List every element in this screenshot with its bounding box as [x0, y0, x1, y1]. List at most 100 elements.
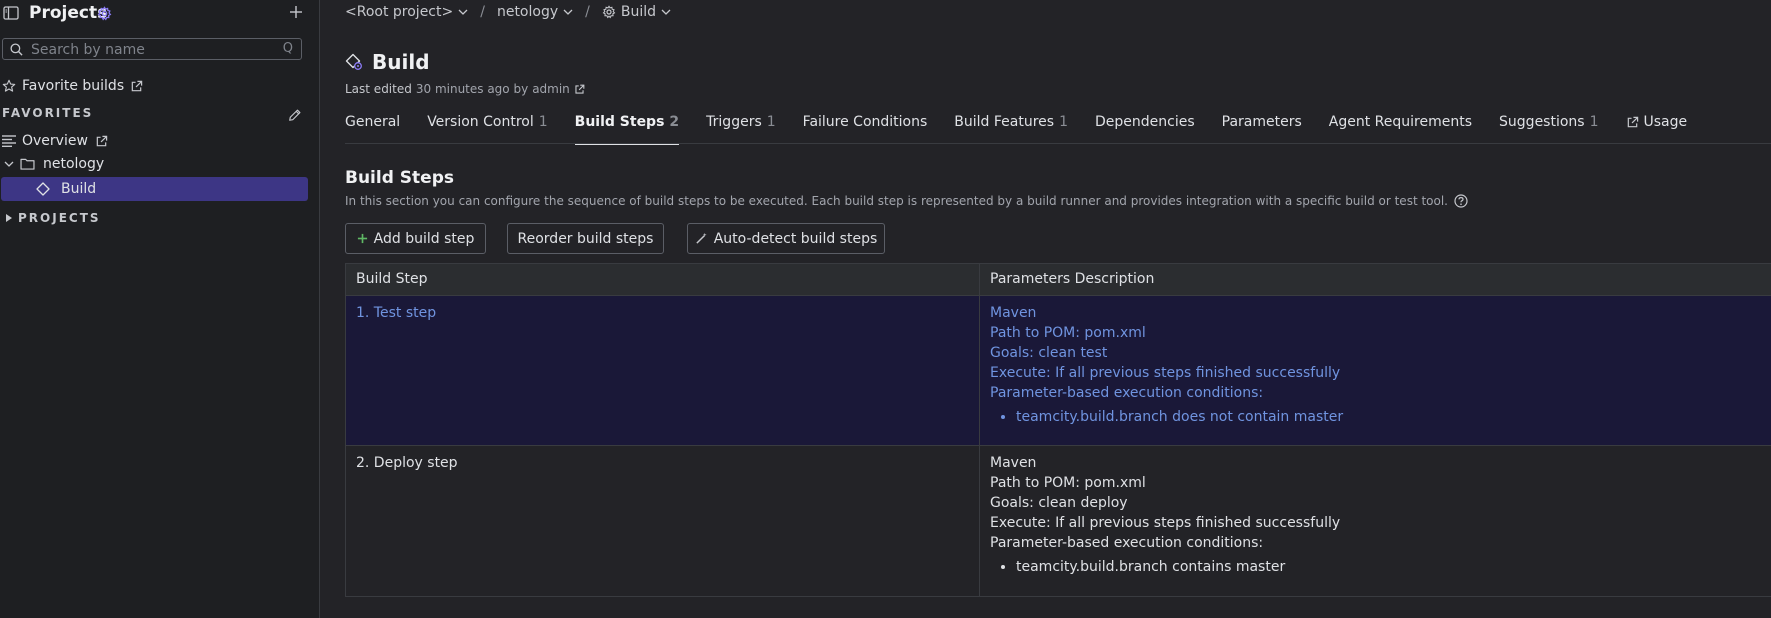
- add-build-step-button[interactable]: Add build step: [345, 223, 486, 254]
- chevron-down-icon: [661, 8, 671, 16]
- tab-label: Build Features: [954, 114, 1055, 130]
- build-step-cell: 1. Test step: [346, 296, 980, 445]
- last-edited-info: Last edited 30 minutes ago by admin: [345, 82, 585, 96]
- sidebar-toggle-icon[interactable]: [3, 6, 19, 20]
- sidebar-item-label: Overview: [22, 133, 88, 149]
- tab-parameters[interactable]: Parameters: [1222, 114, 1302, 144]
- tab-label: Parameters: [1221, 114, 1302, 130]
- tab-count: 1: [766, 114, 776, 130]
- sidebar-item-label: Build: [61, 181, 97, 197]
- tab-bar: General Version Control 1 Build Steps 2 Tr…: [345, 114, 1714, 145]
- table-header: Build Step Parameters Description: [346, 264, 1771, 296]
- search-icon: [10, 43, 23, 56]
- breadcrumb-label: <Root project>: [345, 4, 454, 20]
- tab-usage[interactable]: Usage: [1626, 114, 1687, 144]
- table-row[interactable]: 1. Test step Maven Path to POM: pom.xml …: [346, 296, 1771, 446]
- last-edited-label: Last edited: [345, 82, 412, 96]
- tab-label: Agent Requirements: [1328, 114, 1473, 130]
- tabs-divider: [345, 143, 1771, 144]
- breadcrumb-label: netology: [496, 4, 559, 20]
- favorite-builds-link[interactable]: Favorite builds: [2, 76, 143, 96]
- section-description: In this section you can configure the se…: [345, 194, 1468, 208]
- list-icon: [2, 135, 16, 147]
- breadcrumb-label: Build: [620, 4, 656, 20]
- main-content: <Root project> / netology / Build Build …: [321, 0, 1771, 618]
- column-header-parameters: Parameters Description: [990, 271, 1155, 287]
- button-label: Auto-detect build steps: [713, 230, 878, 247]
- tab-failure-conditions[interactable]: Failure Conditions: [803, 114, 928, 144]
- build-settings-icon: [345, 53, 363, 71]
- sidebar-item-label: netology: [43, 156, 105, 172]
- tab-build-steps[interactable]: Build Steps 2: [574, 114, 679, 145]
- tab-agent-requirements[interactable]: Agent Requirements: [1329, 114, 1472, 144]
- tab-label: Dependencies: [1095, 114, 1195, 130]
- button-label: Add build step: [373, 230, 475, 247]
- goals: Goals: clean test: [990, 345, 1108, 361]
- sidebar: Projects Q Favorite builds FAVORITES Ove…: [0, 0, 320, 618]
- runner-type: Maven: [990, 455, 1037, 471]
- sidebar-item-build[interactable]: Build: [1, 177, 308, 201]
- tab-count: 1: [1589, 114, 1599, 130]
- star-icon: [2, 79, 16, 93]
- help-icon[interactable]: [1454, 194, 1468, 208]
- tab-label: Failure Conditions: [802, 114, 928, 130]
- tab-version-control[interactable]: Version Control 1: [427, 114, 547, 144]
- tab-label: Version Control: [427, 114, 534, 130]
- projects-section-label: PROJECTS: [18, 211, 101, 225]
- page-header: Build: [345, 50, 430, 74]
- tab-build-features[interactable]: Build Features 1: [954, 114, 1068, 144]
- folder-icon: [20, 158, 35, 170]
- breadcrumb-build[interactable]: Build: [602, 4, 671, 20]
- conditions-list: teamcity.build.branch contains master: [990, 557, 1771, 577]
- section-description-text: In this section you can configure the se…: [345, 194, 1448, 208]
- favorite-builds-label: Favorite builds: [22, 78, 125, 94]
- breadcrumb: <Root project> / netology / Build: [345, 2, 671, 22]
- build-step-cell: 2. Deploy step: [346, 446, 980, 596]
- tab-label: General: [345, 114, 401, 130]
- conditions-list: teamcity.build.branch does not contain m…: [990, 407, 1771, 427]
- tab-triggers[interactable]: Triggers 1: [706, 114, 776, 144]
- search-input[interactable]: [29, 40, 273, 60]
- pom-path: Path to POM: pom.xml: [990, 475, 1146, 491]
- search-shortcut-hint: Q: [282, 41, 293, 56]
- reorder-build-steps-button[interactable]: Reorder build steps: [507, 223, 664, 254]
- last-edited-user[interactable]: admin: [532, 82, 570, 96]
- tab-count: 1: [1059, 114, 1069, 130]
- breadcrumb-root-project[interactable]: <Root project>: [345, 4, 468, 20]
- build-step-link[interactable]: 2. Deploy step: [356, 455, 458, 471]
- external-link-icon[interactable]: [574, 84, 585, 95]
- goals: Goals: clean deploy: [990, 495, 1128, 511]
- projects-section-toggle[interactable]: PROJECTS: [6, 211, 101, 225]
- tab-label: Build Steps: [574, 114, 665, 130]
- conditions-label: Parameter-based execution conditions:: [990, 385, 1264, 401]
- sidebar-item-overview[interactable]: Overview: [0, 129, 308, 153]
- sidebar-header: Projects: [0, 0, 320, 28]
- projects-settings-icon[interactable]: [97, 6, 112, 21]
- condition-item: teamcity.build.branch contains master: [1016, 557, 1771, 577]
- search-box: Q: [2, 38, 302, 60]
- tab-suggestions[interactable]: Suggestions 1: [1499, 114, 1598, 144]
- sidebar-title: Projects: [29, 3, 108, 23]
- chevron-down-icon[interactable]: [4, 160, 14, 168]
- auto-detect-build-steps-button[interactable]: Auto-detect build steps: [687, 223, 885, 254]
- plus-icon: [357, 233, 368, 244]
- parameters-cell: Maven Path to POM: pom.xml Goals: clean …: [980, 296, 1771, 445]
- build-steps-table: Build Step Parameters Description 1. Tes…: [345, 263, 1771, 597]
- external-link-icon: [95, 135, 108, 148]
- tab-dependencies[interactable]: Dependencies: [1095, 114, 1195, 144]
- tab-general[interactable]: General: [345, 114, 400, 144]
- external-link-icon: [130, 80, 143, 93]
- sidebar-item-netology[interactable]: netology: [0, 152, 308, 176]
- build-step-link[interactable]: 1. Test step: [356, 305, 436, 321]
- external-link-icon: [1626, 116, 1639, 129]
- breadcrumb-project[interactable]: netology: [497, 4, 573, 20]
- chevron-down-icon: [563, 8, 573, 16]
- last-edited-time: 30 minutes ago by: [415, 82, 529, 96]
- edit-favorites-icon[interactable]: [288, 108, 302, 122]
- gear-icon: [602, 5, 616, 19]
- add-project-icon[interactable]: [288, 4, 304, 20]
- favorites-section-label: FAVORITES: [2, 106, 94, 120]
- table-row[interactable]: 2. Deploy step Maven Path to POM: pom.xm…: [346, 446, 1771, 596]
- section-title: Build Steps: [345, 168, 454, 188]
- pom-path: Path to POM: pom.xml: [990, 325, 1146, 341]
